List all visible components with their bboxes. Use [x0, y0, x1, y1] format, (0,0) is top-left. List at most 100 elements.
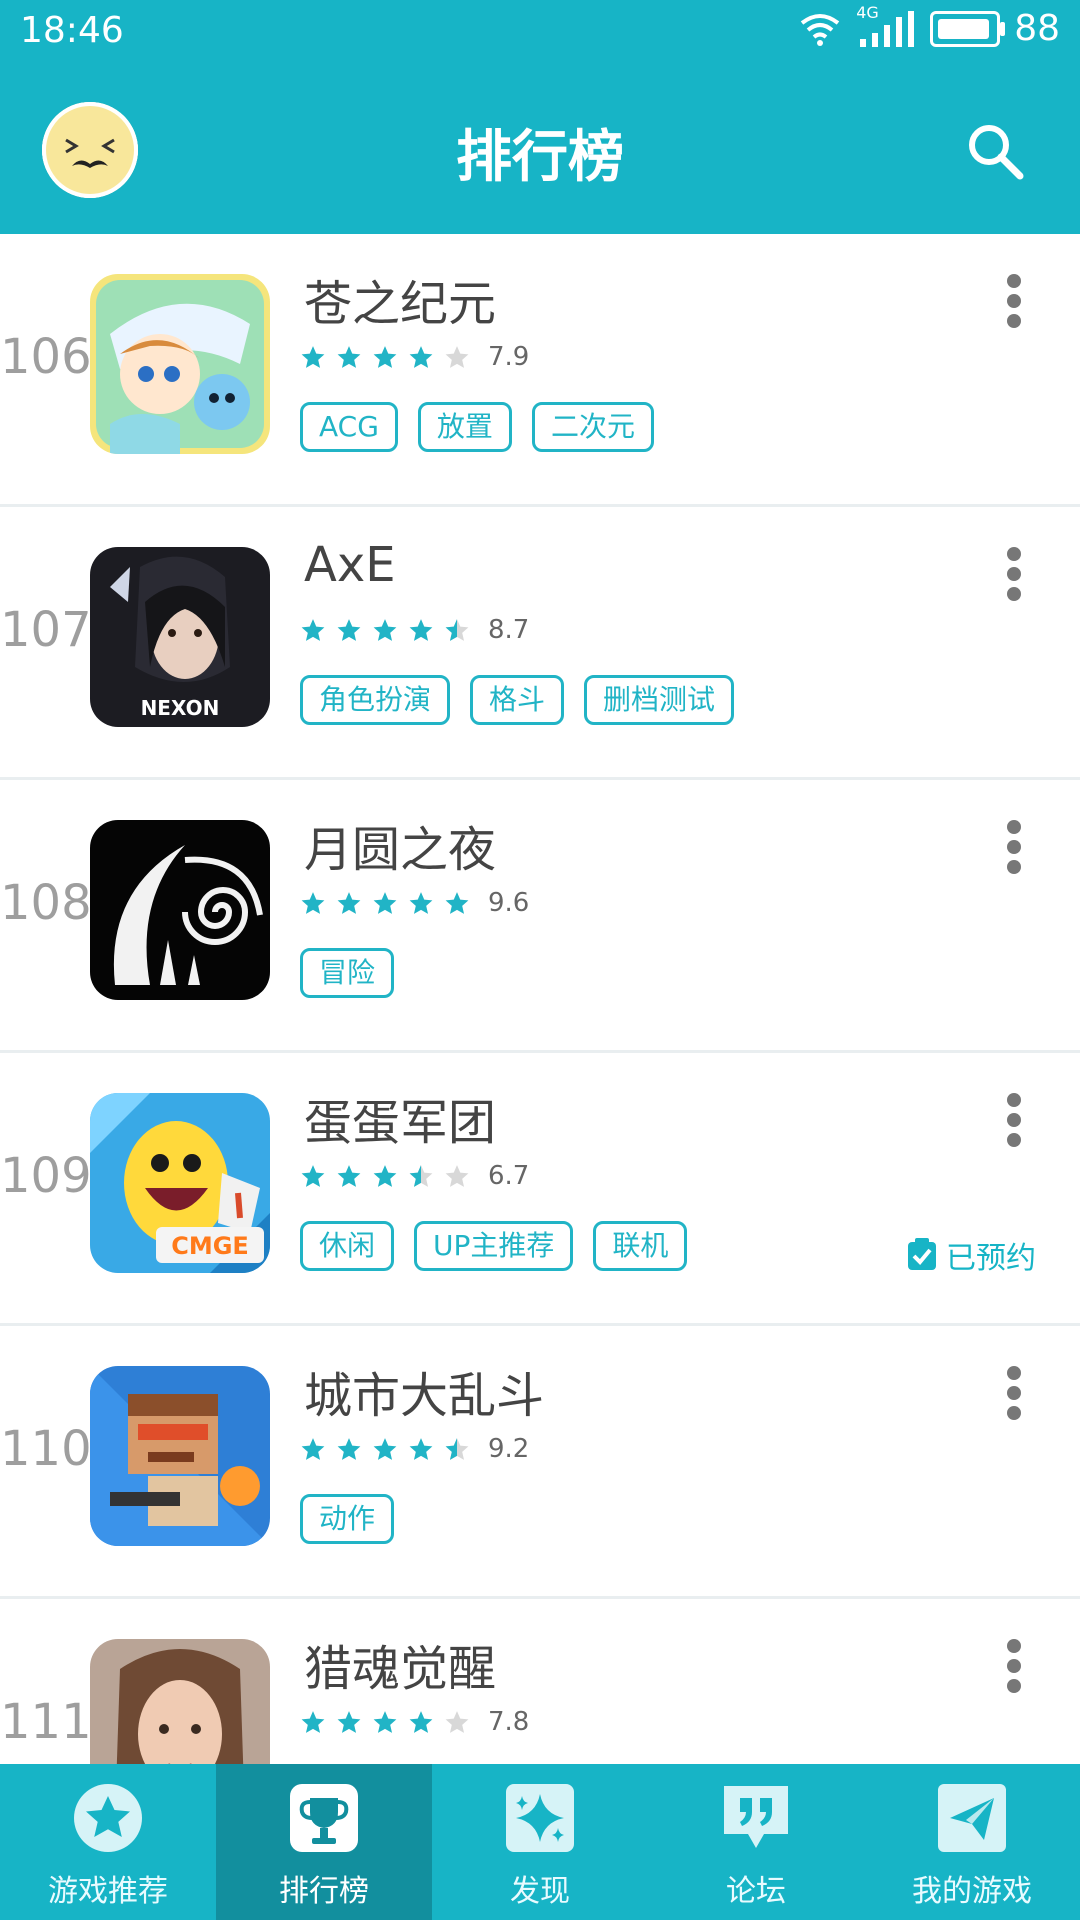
trophy-icon	[288, 1782, 360, 1854]
top-bar: 18:46 4G 88 排行榜	[0, 0, 1080, 234]
game-icon-axe[interactable]: NEXON	[90, 547, 270, 727]
nav-label: 论坛	[726, 1874, 786, 1909]
star-empty-icon	[445, 1711, 469, 1733]
tag[interactable]: ACG	[300, 402, 398, 452]
star-full-icon	[301, 346, 325, 368]
nav-item-ranking[interactable]: 排行榜	[216, 1764, 432, 1920]
star-full-icon	[301, 1711, 325, 1733]
tag[interactable]: 删档测试	[584, 675, 735, 725]
nav-label: 游戏推荐	[48, 1874, 168, 1909]
tag-list: 冒险	[300, 948, 395, 998]
rank-number: 110	[0, 1421, 92, 1477]
reserved-status[interactable]: 已预约	[906, 1233, 1036, 1277]
search-button[interactable]	[964, 120, 1026, 182]
signal-icon: 4G	[856, 3, 916, 49]
list-item[interactable]: 108 月圆之夜 9.6 冒险	[0, 780, 1080, 1053]
list-item[interactable]: 110 城市大乱斗 9.2 动作	[0, 1326, 1080, 1599]
game-name[interactable]: AxE	[304, 537, 396, 593]
tag[interactable]: 动作	[300, 1494, 395, 1544]
list-item[interactable]: 109 CMGE 蛋蛋军团 6.7 休闲 UP主推荐 联机 已预约	[0, 1053, 1080, 1326]
tag[interactable]: UP主推荐	[414, 1221, 574, 1271]
star-full-icon	[373, 1438, 397, 1460]
star-icon	[72, 1782, 144, 1854]
game-icon-chengshidaluandou[interactable]	[90, 1366, 270, 1546]
star-full-icon	[337, 619, 361, 641]
clipboard-check-icon	[908, 1238, 936, 1270]
wifi-icon	[800, 13, 840, 46]
paper-plane-icon	[936, 1782, 1008, 1854]
more-options-button[interactable]	[1004, 1639, 1024, 1699]
rating-score: 7.9	[488, 342, 530, 372]
quote-bubble-icon	[720, 1782, 792, 1854]
star-full-icon	[337, 892, 361, 914]
rating: 7.8	[300, 1707, 529, 1737]
rating-score: 9.6	[488, 888, 530, 918]
star-full-icon	[337, 1711, 361, 1733]
more-options-button[interactable]	[1004, 820, 1024, 880]
dot-icon	[1007, 840, 1021, 854]
status-time: 18:46	[20, 10, 124, 51]
tag[interactable]: 休闲	[300, 1221, 395, 1271]
tag[interactable]: 二次元	[531, 402, 654, 452]
nav-item-recommend[interactable]: 游戏推荐	[0, 1764, 216, 1920]
dot-icon	[1007, 1679, 1021, 1693]
rating-score: 9.2	[488, 1434, 530, 1464]
reserved-label: 已预约	[946, 1241, 1036, 1276]
bottom-nav: 游戏推荐 排行榜 发现 论坛 我的游戏	[0, 1764, 1080, 1920]
ranking-list[interactable]: 106 苍之纪元 7.9 ACG 放置 二次元 107 NEXON AxE 8.…	[0, 234, 1080, 1764]
nav-item-discover[interactable]: 发现	[432, 1764, 648, 1920]
game-name[interactable]: 城市大乱斗	[304, 1356, 544, 1426]
rank-number: 111	[0, 1694, 92, 1750]
rating-score: 7.8	[488, 1707, 530, 1737]
search-icon	[969, 125, 1024, 180]
star-full-icon	[373, 619, 397, 641]
list-item[interactable]: 107 NEXON AxE 8.7 角色扮演 格斗 删档测试	[0, 507, 1080, 780]
game-icon-dandanjuntuan[interactable]: CMGE	[90, 1093, 270, 1273]
rating-score: 8.7	[488, 615, 530, 645]
list-item[interactable]: 106 苍之纪元 7.9 ACG 放置 二次元	[0, 234, 1080, 507]
rank-number: 106	[0, 329, 92, 385]
nav-label: 发现	[510, 1874, 570, 1909]
tag[interactable]: 联机	[593, 1221, 688, 1271]
more-options-button[interactable]	[1004, 547, 1024, 607]
svg-text:CMGE: CMGE	[171, 1232, 249, 1260]
rating: 9.6	[300, 888, 529, 918]
star-full-icon	[373, 1711, 397, 1733]
rank-number: 108	[0, 875, 92, 931]
game-icon-liehunjuexing[interactable]	[90, 1639, 270, 1764]
game-name[interactable]: 月圆之夜	[304, 810, 496, 880]
status-indicators: 4G 88	[798, 3, 1060, 49]
nav-item-forum[interactable]: 论坛	[648, 1764, 864, 1920]
game-name[interactable]: 苍之纪元	[304, 264, 496, 334]
star-full-icon	[409, 1711, 433, 1733]
list-item[interactable]: 111 猎魂觉醒 7.8	[0, 1599, 1080, 1764]
dot-icon	[1007, 1659, 1021, 1673]
tag-list: 休闲 UP主推荐 联机	[300, 1221, 688, 1271]
more-options-button[interactable]	[1004, 274, 1024, 334]
star-full-icon	[301, 1165, 325, 1187]
tag-list: ACG 放置 二次元	[300, 402, 654, 452]
star-full-icon	[337, 1438, 361, 1460]
game-icon-canggzhijiyuan[interactable]	[90, 274, 270, 454]
dot-icon	[1007, 1366, 1021, 1380]
more-options-button[interactable]	[1004, 1093, 1024, 1153]
star-full-icon	[409, 619, 433, 641]
more-options-button[interactable]	[1004, 1366, 1024, 1426]
nav-item-my-games[interactable]: 我的游戏	[864, 1764, 1080, 1920]
game-name[interactable]: 蛋蛋军团	[304, 1083, 496, 1153]
star-full-icon	[409, 892, 433, 914]
tag[interactable]: 格斗	[470, 675, 565, 725]
game-name[interactable]: 猎魂觉醒	[304, 1629, 496, 1699]
dot-icon	[1007, 314, 1021, 328]
dot-icon	[1007, 1113, 1021, 1127]
game-icon-yueyuanzhiye[interactable]	[90, 820, 270, 1000]
tag[interactable]: 冒险	[300, 948, 395, 998]
tag-list: 角色扮演 格斗 删档测试	[300, 675, 735, 725]
tag[interactable]: 放置	[417, 402, 512, 452]
rating: 6.7	[300, 1161, 529, 1191]
battery-icon	[930, 10, 1006, 47]
rating: 8.7	[300, 615, 529, 645]
tag[interactable]: 角色扮演	[300, 675, 451, 725]
svg-text:NEXON: NEXON	[141, 696, 220, 720]
dot-icon	[1007, 567, 1021, 581]
